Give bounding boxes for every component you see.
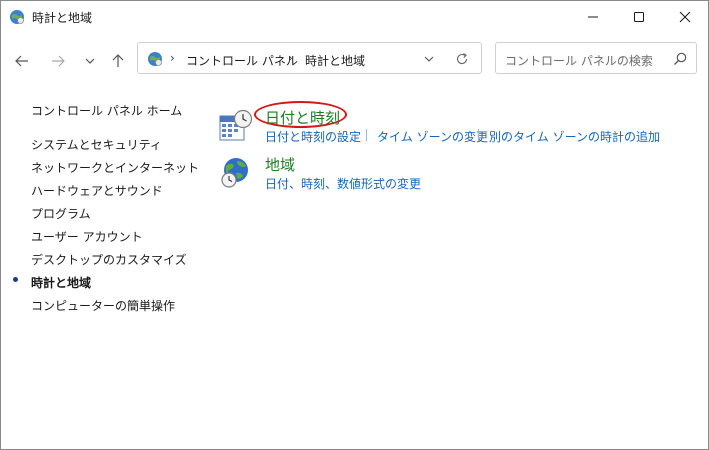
minimize-button[interactable] [570, 1, 616, 33]
arrow-up-icon [112, 54, 124, 67]
refresh-button[interactable] [453, 50, 471, 68]
control-panel-window: 時計と地域 › コントロール パネル › 時計と地域 コントロール パネルの検索… [0, 0, 709, 450]
category-title-region[interactable]: 地域 [265, 154, 295, 175]
minimize-icon [588, 16, 598, 18]
region-globe-icon [219, 156, 253, 190]
chevron-down-icon [424, 56, 434, 62]
search-input[interactable]: コントロール パネルの検索 [495, 42, 697, 74]
close-icon [679, 11, 691, 23]
control-panel-icon [147, 51, 163, 67]
link-add-clocks[interactable]: 別のタイム ゾーンの時計の追加 [489, 128, 660, 145]
date-time-icon [219, 109, 253, 143]
breadcrumb-separator: › [170, 51, 175, 65]
link-change-time-zone[interactable]: タイム ゾーンの変更 [377, 128, 488, 145]
active-item-bullet [13, 277, 18, 282]
refresh-icon [456, 53, 468, 65]
search-placeholder: コントロール パネルの検索 [505, 54, 653, 68]
sidebar-item-hardware-sound[interactable]: ハードウェアとサウンド [31, 182, 163, 199]
link-set-date-time[interactable]: 日付と時刻の設定 [265, 128, 361, 145]
chevron-down-icon [85, 58, 95, 64]
sidebar-item-clock-region[interactable]: 時計と地域 [31, 274, 91, 291]
sidebar-item-network-internet[interactable]: ネットワークとインターネット [31, 159, 199, 176]
close-button[interactable] [662, 1, 708, 33]
control-panel-icon [9, 9, 25, 25]
link-separator [366, 129, 367, 141]
breadcrumb-separator: › [288, 51, 293, 65]
title-bar: 時計と地域 [1, 1, 708, 33]
link-change-formats[interactable]: 日付、時刻、数値形式の変更 [265, 175, 421, 192]
sidebar-item-user-accounts[interactable]: ユーザー アカウント [31, 228, 143, 245]
maximize-button[interactable] [616, 1, 662, 33]
breadcrumb-control-panel[interactable]: コントロール パネル [186, 52, 298, 69]
search-icon [672, 51, 688, 67]
forward-button[interactable] [46, 49, 70, 73]
address-bar[interactable]: › コントロール パネル › 時計と地域 [137, 42, 482, 74]
arrow-left-icon [15, 55, 28, 67]
up-button[interactable] [106, 49, 130, 73]
sidebar-item-system-security[interactable]: システムとセキュリティ [31, 136, 162, 153]
back-button[interactable] [10, 49, 34, 73]
maximize-icon [634, 12, 644, 22]
sidebar-item-programs[interactable]: プログラム [31, 205, 91, 222]
breadcrumb-clock-region[interactable]: 時計と地域 [305, 52, 365, 69]
link-separator [478, 129, 479, 141]
recent-locations-button[interactable] [78, 49, 102, 73]
arrow-right-icon [52, 55, 65, 67]
window-title: 時計と地域 [32, 11, 93, 25]
address-dropdown-button[interactable] [421, 51, 437, 67]
sidebar-home-link[interactable]: コントロール パネル ホーム [31, 102, 182, 119]
category-title-date-time[interactable]: 日付と時刻 [265, 107, 340, 128]
sidebar-item-personalization[interactable]: デスクトップのカスタマイズ [31, 251, 187, 268]
sidebar-item-ease-of-access[interactable]: コンピューターの簡単操作 [31, 297, 175, 314]
